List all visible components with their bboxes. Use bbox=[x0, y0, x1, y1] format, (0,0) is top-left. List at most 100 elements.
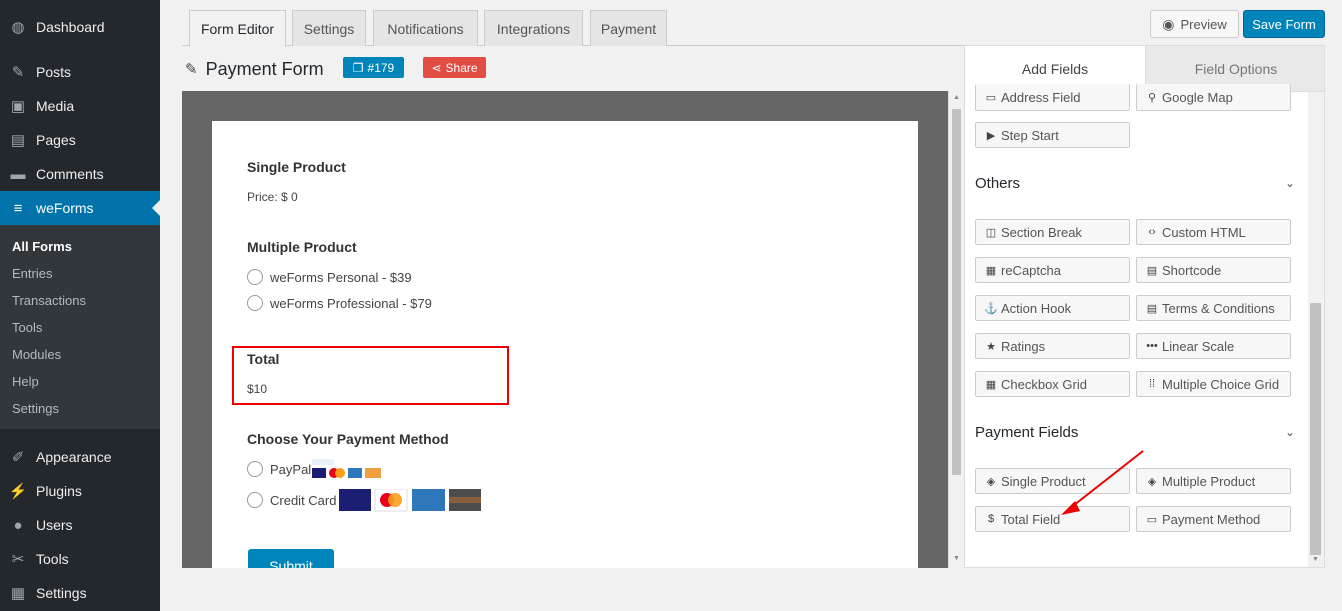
field-label: Payment Method bbox=[1162, 511, 1261, 527]
menu-tools[interactable]: ✂ Tools bbox=[0, 542, 160, 576]
preview-label: Preview bbox=[1180, 16, 1227, 32]
payment-method-label[interactable]: Choose Your Payment Method bbox=[247, 431, 449, 447]
multiple-product-label[interactable]: Multiple Product bbox=[247, 239, 357, 255]
tab-integrations[interactable]: Integrations bbox=[484, 10, 583, 46]
section-payment-fields[interactable]: Payment Fields bbox=[975, 424, 1078, 441]
section-others[interactable]: Others bbox=[975, 175, 1020, 192]
scroll-down-icon[interactable]: ▼ bbox=[1312, 556, 1319, 563]
menu-posts[interactable]: ✎ Posts bbox=[0, 55, 160, 89]
panel-scrollbar[interactable]: ▼ bbox=[1308, 92, 1324, 567]
total-label[interactable]: Total bbox=[247, 351, 279, 367]
weforms-submenu: All Forms Entries Transactions Tools Mod… bbox=[0, 225, 160, 429]
radio-personal[interactable] bbox=[247, 269, 263, 285]
pencil-icon[interactable]: ✎ bbox=[185, 60, 198, 78]
admin-sidebar: ◍ Dashboard ✎ Posts ▣ Media ▤ Pages ▬ Comment… bbox=[0, 0, 160, 611]
star-icon: ★ bbox=[986, 340, 996, 353]
paypal-label: PayPal bbox=[270, 462, 312, 477]
field-multiple-product[interactable]: ◈ Multiple Product bbox=[1136, 468, 1291, 494]
submenu-help[interactable]: Help bbox=[12, 374, 39, 389]
dots-grid-icon: ⁞⁞ bbox=[1148, 378, 1156, 390]
field-google-map[interactable]: ⚲ Google Map bbox=[1136, 84, 1291, 111]
field-step-start[interactable]: ▶ Step Start bbox=[975, 122, 1130, 148]
field-recaptcha[interactable]: ▦ reCaptcha bbox=[975, 257, 1130, 283]
tab-payment[interactable]: Payment bbox=[590, 10, 667, 46]
canvas-scrollbar[interactable]: ▲ ▼ bbox=[948, 91, 964, 568]
submenu-transactions[interactable]: Transactions bbox=[12, 293, 86, 308]
menu-plugins[interactable]: ⚡ Plugins bbox=[0, 474, 160, 508]
field-address[interactable]: ▭ Address Field bbox=[975, 84, 1130, 111]
field-label: reCaptcha bbox=[1001, 262, 1061, 278]
field-label: Google Map bbox=[1162, 89, 1233, 105]
single-product-label[interactable]: Single Product bbox=[247, 159, 346, 175]
submit-button[interactable]: Submit bbox=[248, 549, 334, 568]
field-terms[interactable]: ▤ Terms & Conditions bbox=[1136, 295, 1291, 321]
form-title[interactable]: Payment Form bbox=[206, 59, 324, 80]
menu-dashboard[interactable]: ◍ Dashboard bbox=[0, 10, 160, 44]
field-shortcode[interactable]: ▤ Shortcode bbox=[1136, 257, 1291, 283]
form-title-row: ✎ Payment Form bbox=[185, 57, 324, 81]
submenu-tools[interactable]: Tools bbox=[12, 320, 42, 335]
submenu-entries[interactable]: Entries bbox=[12, 266, 52, 281]
ellipsis-icon: ••• bbox=[1146, 340, 1158, 352]
canvas-scroll-thumb[interactable] bbox=[952, 109, 961, 475]
menu-settings[interactable]: ▦ Settings bbox=[0, 576, 160, 610]
columns-icon: ◫ bbox=[985, 226, 997, 239]
field-ratings[interactable]: ★ Ratings bbox=[975, 333, 1130, 359]
scroll-up-icon[interactable]: ▲ bbox=[953, 94, 960, 101]
field-label: Ratings bbox=[1001, 338, 1046, 354]
field-checkbox-grid[interactable]: ▦ Checkbox Grid bbox=[975, 371, 1130, 397]
dollar-icon: $ bbox=[987, 513, 995, 525]
menu-appearance[interactable]: ✐ Appearance bbox=[0, 440, 160, 474]
form-preview: Single Product Price: $ 0 Multiple Produ… bbox=[212, 121, 918, 568]
calendar-icon: ▤ bbox=[1146, 264, 1158, 277]
field-label: Checkbox Grid bbox=[1001, 376, 1087, 392]
menu-weforms[interactable]: ≡ weForms bbox=[0, 191, 160, 225]
weforms-icon: ≡ bbox=[13, 199, 23, 217]
tab-form-editor[interactable]: Form Editor bbox=[189, 10, 286, 47]
submenu-all-forms[interactable]: All Forms bbox=[12, 239, 72, 254]
wrench-icon: ✂ bbox=[11, 551, 25, 568]
menu-media[interactable]: ▣ Media bbox=[0, 89, 160, 123]
chevron-down-icon[interactable]: ⌄ bbox=[1285, 425, 1295, 439]
field-multiple-choice-grid[interactable]: ⁞⁞ Multiple Choice Grid bbox=[1136, 371, 1291, 397]
credit-card-logos bbox=[339, 489, 481, 512]
code-icon: ‹› bbox=[1148, 226, 1156, 238]
menu-label: Dashboard bbox=[36, 19, 105, 35]
plugin-icon: ⚡ bbox=[8, 483, 28, 500]
radio-credit-card[interactable] bbox=[247, 492, 263, 508]
cube-icon: ◈ bbox=[986, 475, 996, 488]
menu-users[interactable]: ● Users bbox=[0, 508, 160, 542]
panel-scroll-thumb[interactable] bbox=[1310, 303, 1321, 555]
form-id-badge[interactable]: ❐ #179 bbox=[343, 57, 404, 78]
preview-button[interactable]: ◉ Preview bbox=[1150, 10, 1239, 38]
submenu-modules[interactable]: Modules bbox=[12, 347, 61, 362]
chevron-down-icon[interactable]: ⌄ bbox=[1285, 176, 1295, 190]
total-value: $10 bbox=[247, 382, 268, 396]
field-payment-method[interactable]: ▭ Payment Method bbox=[1136, 506, 1291, 532]
save-form-button[interactable]: Save Form bbox=[1243, 10, 1325, 38]
menu-label: Pages bbox=[36, 132, 76, 148]
submenu-settings[interactable]: Settings bbox=[12, 401, 59, 416]
tab-settings[interactable]: Settings bbox=[292, 10, 366, 46]
share-button[interactable]: ⋖ Share bbox=[423, 57, 486, 78]
scroll-down-icon[interactable]: ▼ bbox=[953, 555, 960, 562]
field-label: Multiple Product bbox=[1162, 473, 1256, 489]
field-action-hook[interactable]: ⚓ Action Hook bbox=[975, 295, 1130, 321]
radio-paypal[interactable] bbox=[247, 461, 263, 477]
paypal-cards-logo bbox=[312, 459, 381, 478]
field-label: Total Field bbox=[1001, 511, 1061, 527]
field-label: Custom HTML bbox=[1162, 224, 1246, 240]
menu-pages[interactable]: ▤ Pages bbox=[0, 123, 160, 157]
radio-professional[interactable] bbox=[247, 295, 263, 311]
form-canvas: Single Product Price: $ 0 Multiple Produ… bbox=[182, 91, 948, 568]
anchor-icon: ⚓ bbox=[984, 302, 998, 315]
menu-comments[interactable]: ▬ Comments bbox=[0, 157, 160, 191]
field-linear-scale[interactable]: ••• Linear Scale bbox=[1136, 333, 1291, 359]
tab-notifications[interactable]: Notifications bbox=[373, 10, 478, 46]
field-custom-html[interactable]: ‹› Custom HTML bbox=[1136, 219, 1291, 245]
pin-icon: ✎ bbox=[11, 64, 25, 81]
menu-label: Tools bbox=[36, 551, 69, 567]
field-section-break[interactable]: ◫ Section Break bbox=[975, 219, 1130, 245]
option-professional-label: weForms Professional - $79 bbox=[270, 296, 432, 311]
file-icon: ▤ bbox=[1146, 302, 1158, 315]
